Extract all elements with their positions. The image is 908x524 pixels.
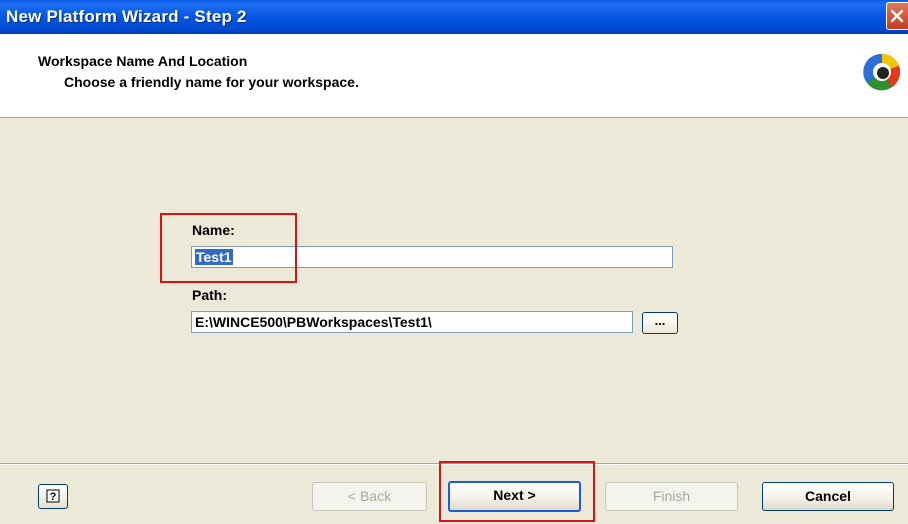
help-button[interactable]: ? <box>38 484 68 509</box>
help-icon: ? <box>46 489 60 503</box>
cancel-button[interactable]: Cancel <box>762 482 894 511</box>
wizard-logo-icon <box>863 53 901 91</box>
page-subtitle: Choose a friendly name for your workspac… <box>64 74 359 90</box>
finish-button[interactable]: Finish <box>605 482 738 511</box>
path-field-value: E:\WINCE500\PBWorkspaces\Test1\ <box>195 314 432 330</box>
browse-button[interactable]: ... <box>642 312 678 334</box>
window-title: New Platform Wizard - Step 2 <box>6 7 247 26</box>
annotation-highlight-name <box>160 213 297 283</box>
path-field[interactable]: E:\WINCE500\PBWorkspaces\Test1\ <box>191 311 633 333</box>
close-icon <box>890 9 904 23</box>
path-label: Path: <box>192 287 227 303</box>
close-button[interactable] <box>886 2 908 30</box>
annotation-highlight-next <box>439 461 595 522</box>
title-bar: New Platform Wizard - Step 2 <box>0 0 908 34</box>
back-button[interactable]: < Back <box>312 482 427 511</box>
wizard-header: Workspace Name And Location Choose a fri… <box>0 34 908 118</box>
svg-text:?: ? <box>50 491 57 503</box>
page-title: Workspace Name And Location <box>38 53 248 69</box>
